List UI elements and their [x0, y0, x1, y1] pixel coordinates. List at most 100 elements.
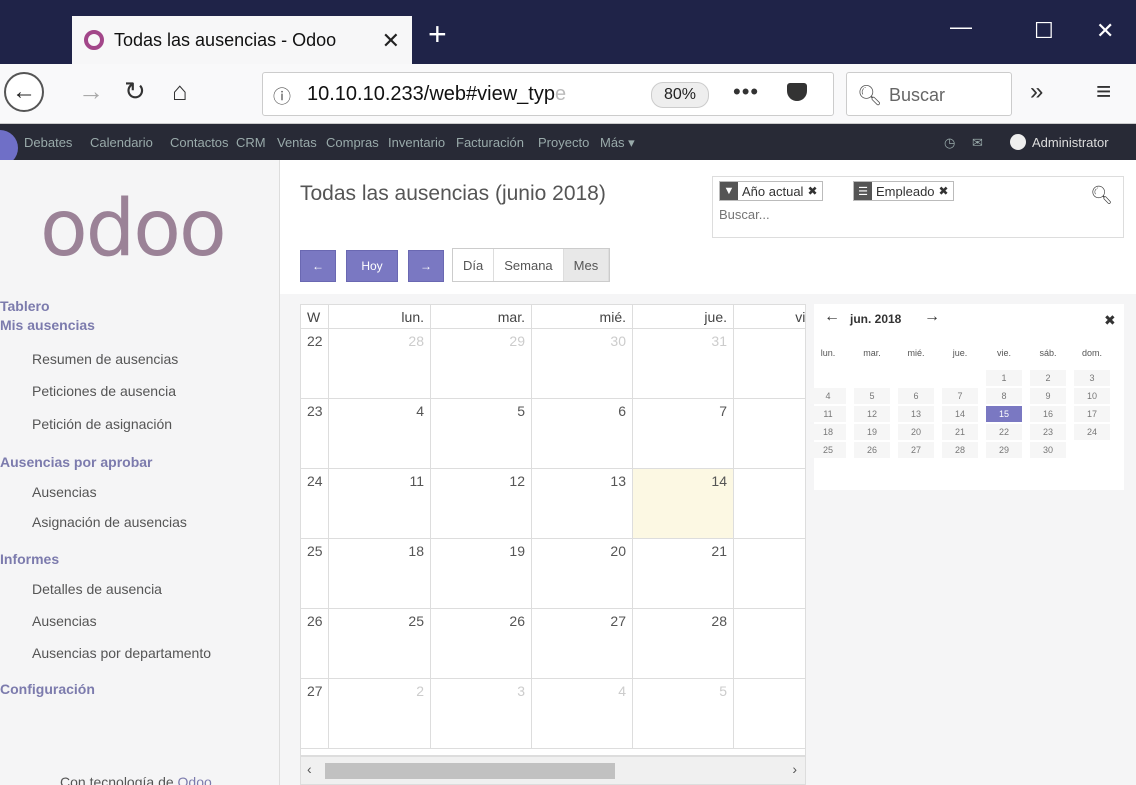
browser-search-box[interactable]: 🔍︎ Buscar — [846, 72, 1012, 116]
activity-icon[interactable]: ◷ — [944, 135, 955, 151]
mini-day[interactable]: 18 — [810, 424, 846, 440]
zoom-level[interactable]: 80% — [651, 82, 710, 108]
calendar-day-cell[interactable] — [734, 539, 805, 609]
sidebar-item-resumen[interactable]: Resumen de ausencias — [32, 351, 178, 367]
facet-empleado[interactable]: ☰ Empleado ✖ — [853, 181, 954, 201]
site-info-icon[interactable]: ⓘ — [273, 83, 291, 109]
menu-calendario[interactable]: Calendario — [90, 135, 153, 150]
menu-debates[interactable]: Debates — [24, 135, 72, 150]
sidebar-mis-ausencias[interactable]: Mis ausencias — [0, 317, 95, 333]
facet-ano-actual[interactable]: ▼ Año actual ✖ — [719, 181, 823, 201]
sidebar-item-asignacion-ausencias[interactable]: Asignación de ausencias — [32, 514, 187, 530]
overflow-button[interactable]: » — [1030, 78, 1043, 106]
sidebar-item-ausencias[interactable]: Ausencias — [32, 484, 97, 500]
calendar-day-cell[interactable]: 3 — [431, 679, 532, 749]
view-dia-button[interactable]: Día — [453, 249, 495, 281]
calendar-day-cell[interactable]: 29 — [431, 329, 532, 399]
calendar-day-cell[interactable]: 28 — [329, 329, 431, 399]
today-button[interactable]: Hoy — [346, 250, 398, 282]
mini-day[interactable]: 19 — [854, 424, 890, 440]
calendar-day-cell[interactable]: 6 — [532, 399, 633, 469]
hamburger-menu-icon[interactable]: ≡ — [1096, 76, 1111, 107]
new-tab-button[interactable]: + — [428, 14, 447, 54]
calendar-day-cell[interactable]: 2 — [329, 679, 431, 749]
mini-day[interactable]: 1 — [986, 370, 1022, 386]
sidebar-item-departamento[interactable]: Ausencias por departamento — [32, 645, 211, 661]
month-calendar[interactable]: W lun.mar.mié.jue.vie.222829303123456724… — [300, 304, 806, 756]
calendar-day-cell[interactable]: 18 — [329, 539, 431, 609]
mini-day[interactable]: 6 — [898, 388, 934, 404]
calendar-day-cell[interactable]: 5 — [431, 399, 532, 469]
tab-close-icon[interactable]: ✕ — [382, 28, 400, 54]
mini-day[interactable]: 16 — [1030, 406, 1066, 422]
sidebar-informes[interactable]: Informes — [0, 551, 59, 567]
calendar-day-cell[interactable]: 7 — [633, 399, 734, 469]
prev-button[interactable]: ← — [300, 250, 336, 282]
sidebar-item-asignacion[interactable]: Petición de asignación — [32, 416, 172, 432]
menu-proyecto[interactable]: Proyecto — [538, 135, 589, 150]
mini-day[interactable]: 2 — [1030, 370, 1066, 386]
calendar-day-cell[interactable] — [734, 679, 805, 749]
menu-inventario[interactable]: Inventario — [388, 135, 445, 150]
mini-day[interactable]: 13 — [898, 406, 934, 422]
remove-facet-icon[interactable]: ✖ — [939, 184, 953, 198]
calendar-day-cell[interactable] — [734, 469, 805, 539]
mini-next-icon[interactable]: → — [924, 308, 940, 326]
mini-day[interactable]: 15 — [986, 406, 1022, 422]
mini-day[interactable]: 14 — [942, 406, 978, 422]
mini-day[interactable]: 27 — [898, 442, 934, 458]
calendar-day-cell[interactable]: 4 — [532, 679, 633, 749]
mini-day[interactable]: 9 — [1030, 388, 1066, 404]
minimize-icon[interactable]: — — [950, 14, 972, 40]
calendar-day-cell[interactable]: 21 — [633, 539, 734, 609]
mini-day[interactable]: 24 — [1074, 424, 1110, 440]
sidebar-item-peticiones[interactable]: Peticiones de ausencia — [32, 383, 176, 399]
user-name[interactable]: Administrator — [1032, 135, 1109, 150]
sidebar-tablero[interactable]: Tablero — [0, 298, 50, 314]
search-icon[interactable]: 🔍︎ — [1090, 185, 1113, 206]
mini-day[interactable]: 28 — [942, 442, 978, 458]
odoo-logo[interactable]: odoo — [40, 184, 227, 274]
mini-day[interactable]: 5 — [854, 388, 890, 404]
view-mes-button[interactable]: Mes — [563, 249, 610, 281]
calendar-day-cell[interactable]: 20 — [532, 539, 633, 609]
url-text[interactable]: 10.10.10.233/web#view_type — [307, 83, 566, 106]
mini-day[interactable]: 7 — [942, 388, 978, 404]
menu-compras[interactable]: Compras — [326, 135, 379, 150]
calendar-day-cell[interactable] — [734, 609, 805, 679]
forward-button[interactable]: → — [78, 76, 104, 107]
menu-contactos[interactable]: Contactos — [170, 135, 229, 150]
mini-day[interactable]: 3 — [1074, 370, 1110, 386]
close-window-icon[interactable]: ✕ — [1096, 18, 1114, 44]
page-actions-icon[interactable]: ••• — [733, 79, 759, 105]
mini-close-icon[interactable]: ✖ — [1104, 312, 1116, 329]
menu-mas[interactable]: Más ▾ — [600, 135, 635, 151]
next-button[interactable]: → — [408, 250, 444, 282]
mini-day[interactable]: 26 — [854, 442, 890, 458]
sidebar-configuracion[interactable]: Configuración — [0, 681, 95, 697]
remove-facet-icon[interactable]: ✖ — [807, 184, 821, 198]
calendar-day-cell[interactable]: 12 — [431, 469, 532, 539]
mini-day[interactable]: 20 — [898, 424, 934, 440]
url-bar[interactable]: ⓘ 10.10.10.233/web#view_type 80% ••• — [262, 72, 834, 116]
mini-day[interactable]: 11 — [810, 406, 846, 422]
mini-day[interactable]: 30 — [1030, 442, 1066, 458]
search-input[interactable] — [719, 207, 1019, 222]
calendar-day-cell[interactable]: 13 — [532, 469, 633, 539]
calendar-day-cell[interactable]: 19 — [431, 539, 532, 609]
mini-day[interactable]: 8 — [986, 388, 1022, 404]
calendar-day-cell[interactable]: 27 — [532, 609, 633, 679]
calendar-day-cell[interactable]: 30 — [532, 329, 633, 399]
calendar-day-cell[interactable]: 11 — [329, 469, 431, 539]
powered-by-link[interactable]: Odoo — [178, 774, 212, 785]
search-filter-box[interactable]: ▼ Año actual ✖ ☰ Empleado ✖ 🔍︎ — [712, 176, 1124, 238]
scroll-left-icon[interactable]: ‹ — [307, 761, 312, 777]
pocket-icon[interactable] — [787, 83, 807, 101]
calendar-day-cell[interactable]: 25 — [329, 609, 431, 679]
reload-button[interactable]: ↻ — [124, 76, 146, 107]
menu-crm[interactable]: CRM — [236, 135, 266, 150]
mini-day[interactable]: 17 — [1074, 406, 1110, 422]
scroll-right-icon[interactable]: › — [792, 761, 797, 777]
home-button[interactable]: ⌂ — [172, 76, 188, 107]
calendar-day-cell[interactable]: 31 — [633, 329, 734, 399]
